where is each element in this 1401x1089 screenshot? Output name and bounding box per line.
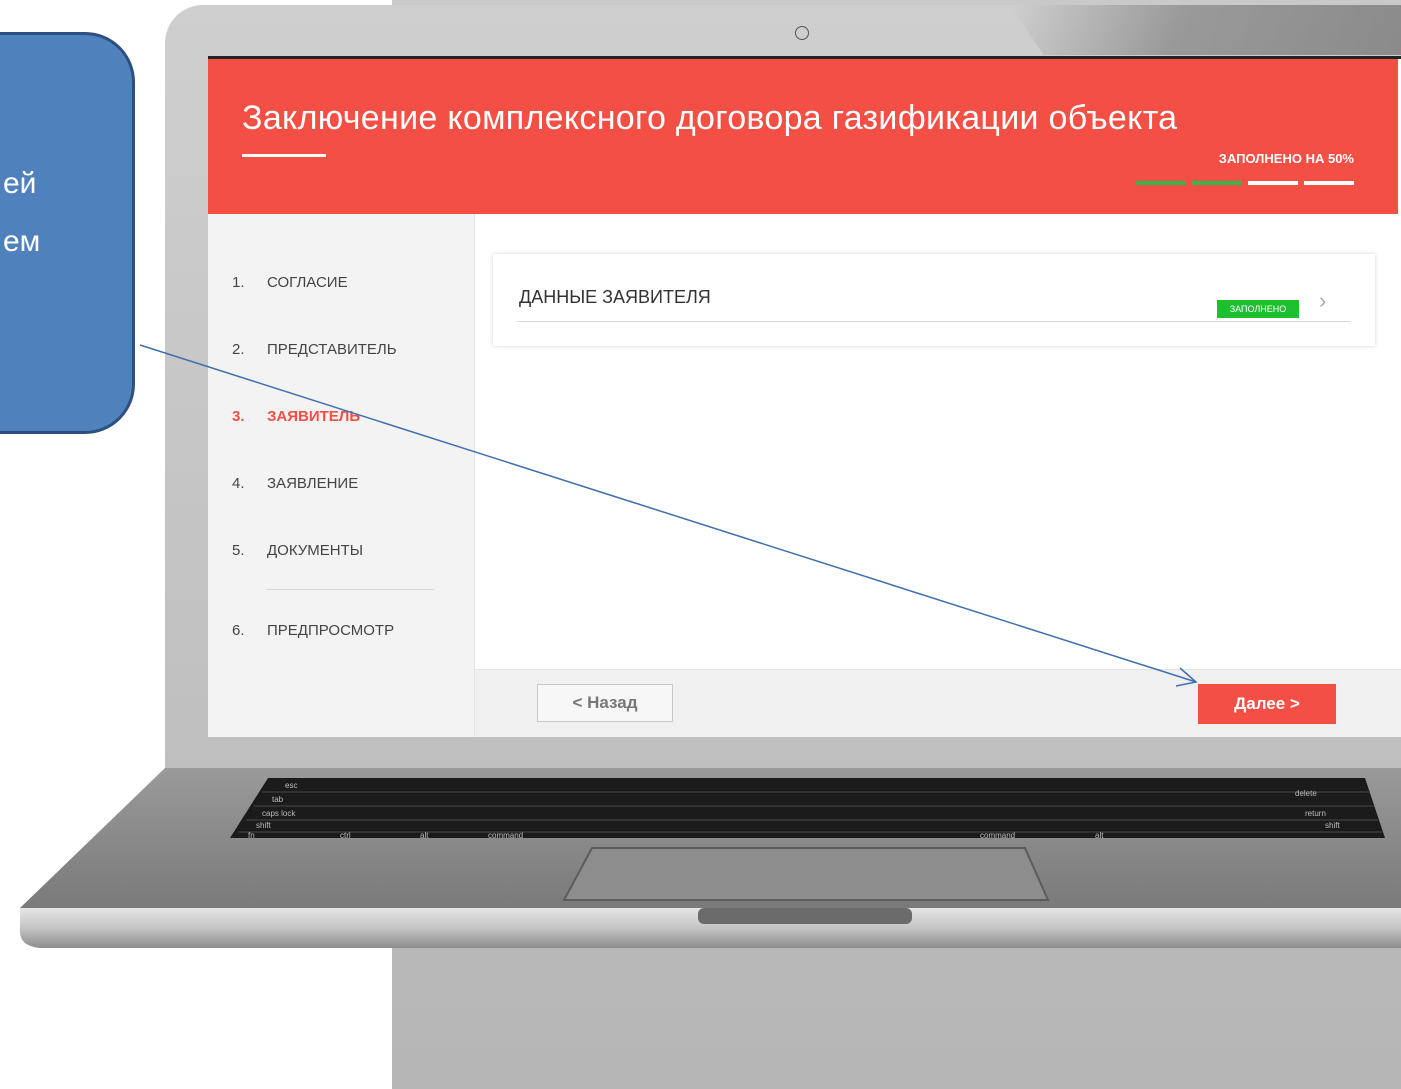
- lid-notch: [698, 908, 912, 924]
- key-shift-right: shift: [1325, 821, 1340, 830]
- key-caps-lock: caps lock: [262, 809, 296, 818]
- title-underline: [242, 154, 326, 157]
- key-alt-left: alt: [420, 831, 429, 840]
- progress-segment: [1136, 181, 1186, 185]
- keyboard-area: [230, 778, 1385, 838]
- form-footer: < Назад Далее >: [475, 669, 1401, 737]
- step-consent[interactable]: 1. СОГЛАСИЕ: [232, 274, 348, 291]
- lid-reflection: [1010, 5, 1401, 55]
- back-button[interactable]: < Назад: [537, 684, 673, 722]
- key-shift-left: shift: [256, 821, 271, 830]
- chevron-right-icon[interactable]: ›: [1319, 288, 1326, 314]
- progress-segment: [1192, 181, 1242, 185]
- next-button[interactable]: Далее >: [1198, 684, 1336, 724]
- steps-sidebar: 1. СОГЛАСИЕ 2. ПРЕДСТАВИТЕЛЬ 3. ЗАЯВИТЕЛЬ 4…: [208, 214, 475, 737]
- page-title: Заключение комплексного договора газифик…: [242, 99, 1178, 137]
- page-header: Заключение комплексного договора газифик…: [208, 59, 1398, 214]
- laptop-screen: Заключение комплексного договора газифик…: [208, 56, 1401, 737]
- key-command-left: command: [488, 831, 523, 840]
- status-badge: ЗАПОЛНЕНО: [1217, 300, 1299, 318]
- trackpad: [562, 847, 1050, 901]
- camera-icon: [795, 26, 809, 40]
- progress-segment: [1304, 181, 1354, 185]
- key-alt-right: alt: [1095, 831, 1104, 840]
- main-content: ДАННЫЕ ЗАЯВИТЕЛЯ ЗАПОЛНЕНО ›: [475, 214, 1401, 669]
- step-preview[interactable]: 6. ПРЕДПРОСМОТР: [232, 622, 394, 639]
- sidebar-divider: [266, 589, 434, 590]
- progress-indicator: [1136, 181, 1354, 185]
- card-divider: [517, 321, 1351, 322]
- progress-label: ЗАПОЛНЕНО НА 50%: [1218, 151, 1354, 166]
- key-ctrl: ctrl: [340, 831, 351, 840]
- key-command-right: command: [980, 831, 1015, 840]
- key-fn: fn: [248, 831, 255, 840]
- key-tab: tab: [272, 795, 284, 804]
- applicant-data-card[interactable]: ДАННЫЕ ЗАЯВИТЕЛЯ ЗАПОЛНЕНО ›: [493, 254, 1375, 346]
- step-representative[interactable]: 2. ПРЕДСТАВИТЕЛЬ: [232, 341, 397, 358]
- key-delete: delete: [1295, 789, 1317, 798]
- step-applicant[interactable]: 3. ЗАЯВИТЕЛЬ: [232, 408, 360, 425]
- card-title: ДАННЫЕ ЗАЯВИТЕЛЯ: [519, 287, 711, 307]
- callout-box: ей ем: [0, 32, 135, 434]
- progress-segment: [1248, 181, 1298, 185]
- key-return: return: [1305, 809, 1326, 818]
- key-esc: esc: [285, 781, 297, 790]
- step-documents[interactable]: 5. ДОКУМЕНТЫ: [232, 542, 363, 559]
- callout-text: ей ем: [3, 167, 41, 258]
- step-application[interactable]: 4. ЗАЯВЛЕНИЕ: [232, 475, 358, 492]
- laptop-base: esc tab caps lock shift fn ctrl alt comm…: [19, 768, 1401, 948]
